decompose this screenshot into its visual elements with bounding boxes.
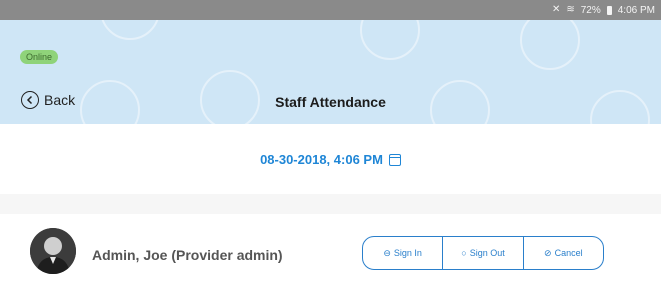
calendar-icon[interactable]: [388, 153, 401, 166]
wifi-icon: ≋: [566, 4, 575, 15]
staff-row: Admin, Joe (Provider admin) ⊖ Sign In ○ …: [0, 214, 661, 304]
date-picker[interactable]: 08-30-2018, 4:06 PM: [0, 152, 661, 167]
staff-name: Admin, Joe (Provider admin): [92, 247, 283, 263]
date-section: 08-30-2018, 4:06 PM: [0, 124, 661, 194]
attendance-actions: ⊖ Sign In ○ Sign Out ⊘ Cancel: [362, 236, 604, 270]
cancel-label: Cancel: [554, 248, 583, 258]
battery-icon: [606, 5, 612, 15]
avatar: [30, 228, 76, 274]
sign-out-button[interactable]: ○ Sign Out: [443, 237, 524, 269]
battery-percent: 72%: [580, 4, 601, 16]
sign-in-button[interactable]: ⊖ Sign In: [363, 237, 444, 269]
sign-out-icon: ○: [461, 248, 467, 258]
decor-circle: [520, 20, 580, 70]
sign-in-label: Sign In: [393, 248, 422, 258]
cancel-icon: ⊘: [544, 247, 552, 258]
sign-out-label: Sign Out: [469, 248, 505, 258]
cancel-button[interactable]: ⊘ Cancel: [524, 237, 603, 269]
sign-in-icon: ⊖: [383, 247, 391, 258]
decor-circle: [360, 20, 420, 60]
decor-circle: [100, 20, 160, 40]
vibrate-mute-icon: ✕: [551, 4, 561, 15]
status-time: 4:06 PM: [617, 4, 655, 16]
section-divider: [0, 194, 661, 214]
online-status-badge: Online: [20, 50, 59, 64]
header: Online Back Staff Attendance: [0, 20, 661, 124]
status-bar: ✕ ≋ 72% 4:06 PM: [0, 0, 661, 20]
page-title: Staff Attendance: [275, 94, 386, 110]
date-value: 08-30-2018, 4:06 PM: [260, 152, 383, 167]
